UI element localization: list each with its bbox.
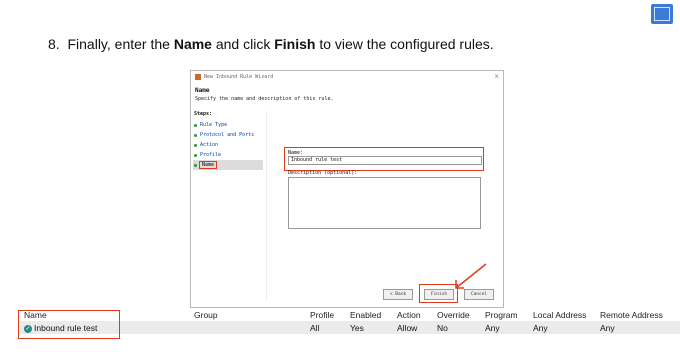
step-label: Profile	[200, 152, 222, 158]
instruction-bold-name: Name	[173, 36, 212, 52]
action-cell: Allow	[397, 323, 418, 333]
wizard-titlebar: New Inbound Rule Wizard	[195, 74, 273, 80]
step-action[interactable]: Action	[193, 140, 263, 150]
program-cell: Any	[485, 323, 500, 333]
step-label: Action	[200, 142, 219, 148]
back-button[interactable]: < Back	[383, 289, 413, 300]
remote-address-cell: Any	[600, 323, 615, 333]
rule-highlight-box	[18, 310, 120, 339]
instruction-bold-finish: Finish	[274, 36, 316, 52]
step-dot-icon	[194, 123, 197, 127]
instruction-text-middle: and click	[211, 36, 275, 52]
column-header[interactable]: Local Address	[533, 310, 586, 320]
override-cell: No	[437, 323, 448, 333]
step-number: 8.	[48, 36, 60, 52]
wizard-divider	[266, 111, 267, 301]
description-input[interactable]	[288, 177, 481, 229]
column-header[interactable]: Profile	[310, 310, 334, 320]
close-icon[interactable]: ×	[494, 72, 499, 81]
firewall-icon	[195, 74, 201, 80]
column-header[interactable]: Group	[194, 310, 218, 320]
step-label: Name	[198, 161, 218, 169]
instruction-text-after: to view the configured rules.	[315, 36, 494, 52]
wizard-subtitle: Specify the name and description of this…	[195, 96, 334, 102]
step-dot-icon	[194, 143, 197, 147]
wizard-heading: Name	[195, 87, 210, 94]
column-header[interactable]: Action	[397, 310, 421, 320]
column-header[interactable]: Program	[485, 310, 518, 320]
column-header[interactable]: Remote Address	[600, 310, 663, 320]
steps-list: Rule Type Protocol and Ports Action Prof…	[193, 120, 263, 170]
pointer-arrow-icon	[455, 263, 487, 289]
description-label: Description (optional):	[288, 170, 358, 176]
local-address-cell: Any	[533, 323, 548, 333]
enabled-cell: Yes	[350, 323, 364, 333]
step-protocol-ports[interactable]: Protocol and Ports	[193, 130, 263, 140]
wizard-title: New Inbound Rule Wizard	[204, 74, 274, 80]
step-label: Protocol and Ports	[200, 132, 255, 138]
step-label: Rule Type	[200, 122, 228, 128]
step-dot-icon	[194, 163, 197, 167]
profile-cell: All	[310, 323, 320, 333]
instruction-text-before: Finally, enter the	[67, 36, 174, 52]
column-header[interactable]: Override	[437, 310, 470, 320]
step-profile[interactable]: Profile	[193, 150, 263, 160]
name-highlight-box	[284, 147, 484, 171]
step-dot-icon	[194, 153, 197, 157]
step-name[interactable]: Name	[193, 160, 263, 170]
instruction-line: 8. Finally, enter the Name and click Fin…	[48, 36, 494, 52]
steps-label: Steps:	[194, 111, 213, 117]
column-header[interactable]: Enabled	[350, 310, 381, 320]
step-rule-type[interactable]: Rule Type	[193, 120, 263, 130]
monitor-icon	[651, 4, 673, 24]
step-dot-icon	[194, 133, 197, 137]
